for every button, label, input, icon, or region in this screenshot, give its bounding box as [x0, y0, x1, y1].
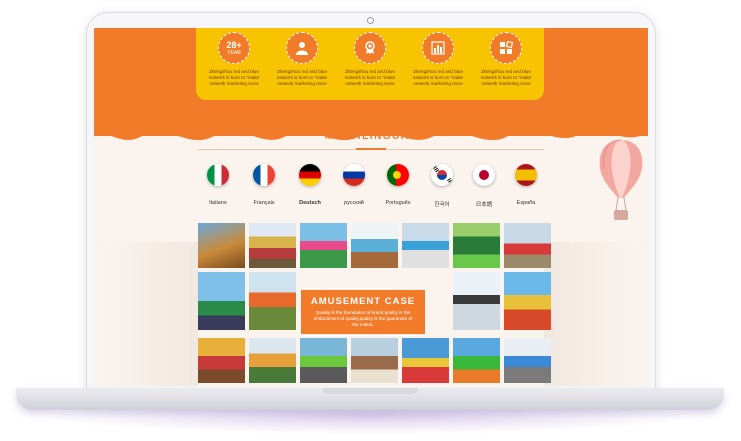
case-photo[interactable]	[198, 338, 245, 383]
france-flag-icon	[253, 164, 275, 186]
case-photo[interactable]	[351, 338, 398, 383]
language-deutsch[interactable]: Deutsch	[288, 164, 332, 206]
language-label: Italiano	[209, 200, 227, 206]
feature-card: 28+ YEAR Zhengzhou red and blue network …	[196, 28, 544, 100]
amusement-case-text: Quality is the foundation of brand,quali…	[313, 310, 413, 327]
italy-flag-icon	[207, 164, 229, 186]
gallery-fade-right	[544, 242, 648, 386]
hot-air-balloon-icon	[599, 139, 643, 220]
grid-blocks-icon	[490, 32, 522, 64]
feature-text: Zhengzhou red and blue network is born t…	[276, 69, 328, 86]
feature-item[interactable]: Zhengzhou red and blue network is born t…	[406, 28, 470, 100]
portugal-flag-icon	[387, 164, 409, 186]
language-portugues[interactable]: Português	[376, 164, 420, 206]
korea-flag-icon	[431, 164, 453, 186]
language-label: 日本語	[475, 202, 493, 208]
feature-text: Zhengzhou red and blue network is born t…	[344, 69, 396, 86]
japan-flag-icon	[473, 164, 495, 186]
title-accent	[356, 148, 386, 150]
language-label: русский	[344, 200, 364, 206]
language-label: Português	[385, 200, 411, 206]
website-screen: 28+ YEAR Zhengzhou red and blue network …	[94, 28, 648, 386]
bar-chart-icon	[422, 32, 454, 64]
case-photo[interactable]	[249, 223, 296, 268]
case-photo[interactable]	[402, 223, 449, 268]
russia-flag-icon	[343, 164, 365, 186]
amusement-case-panel[interactable]: AMUSEMENT CASE Quality is the foundation…	[301, 290, 425, 334]
badge-number: 28+	[226, 39, 242, 50]
award-medal-icon	[354, 32, 386, 64]
feature-item[interactable]: Zhengzhou red and blue network is born t…	[474, 28, 538, 100]
language-japanese[interactable]: 日本語	[462, 164, 506, 208]
case-photo[interactable]	[300, 223, 347, 268]
language-russian[interactable]: русский	[332, 164, 376, 206]
webcam-icon	[367, 17, 374, 24]
multilingual-title: MULTILINGUAL	[324, 131, 418, 142]
case-photo[interactable]	[402, 338, 449, 383]
language-francais[interactable]: Français	[242, 164, 286, 206]
feature-item[interactable]: Zhengzhou red and blue network is born t…	[270, 28, 334, 100]
feature-text: Zhengzhou red and blue network is born t…	[480, 69, 532, 86]
feature-item[interactable]: Zhengzhou red and blue network is born t…	[338, 28, 402, 100]
case-photo[interactable]	[453, 223, 500, 268]
language-italiano[interactable]: Italiano	[196, 164, 240, 206]
germany-flag-icon	[299, 164, 321, 186]
language-label: Deutsch	[299, 200, 321, 206]
language-korean[interactable]: 한국어	[420, 164, 464, 208]
language-label: Français	[253, 200, 275, 206]
year-badge-icon: 28+ YEAR	[218, 32, 250, 64]
gallery-fade-left	[94, 242, 198, 386]
badge-unit: YEAR	[227, 49, 241, 56]
case-photo[interactable]	[504, 338, 551, 383]
feature-text: Zhengzhou red and blue network is born t…	[208, 69, 260, 86]
spain-flag-icon	[515, 164, 537, 186]
language-label: 한국어	[434, 202, 450, 208]
person-icon	[286, 32, 318, 64]
language-label: España	[516, 200, 536, 206]
case-photo[interactable]	[249, 272, 296, 330]
case-photo[interactable]	[453, 338, 500, 383]
case-photo[interactable]	[351, 223, 398, 268]
feature-item[interactable]: 28+ YEAR Zhengzhou red and blue network …	[202, 28, 266, 100]
case-photo[interactable]	[300, 338, 347, 383]
feature-text: Zhengzhou red and blue network is born t…	[412, 69, 464, 86]
case-photo[interactable]	[249, 338, 296, 383]
case-photo[interactable]	[504, 272, 551, 330]
language-espana[interactable]: España	[504, 164, 548, 206]
laptop-notch	[322, 388, 418, 394]
case-photo[interactable]	[198, 223, 245, 268]
case-photo[interactable]	[453, 272, 500, 330]
case-photo[interactable]	[504, 223, 551, 268]
case-photo[interactable]	[198, 272, 245, 330]
amusement-case-title: AMUSEMENT CASE	[310, 296, 416, 307]
